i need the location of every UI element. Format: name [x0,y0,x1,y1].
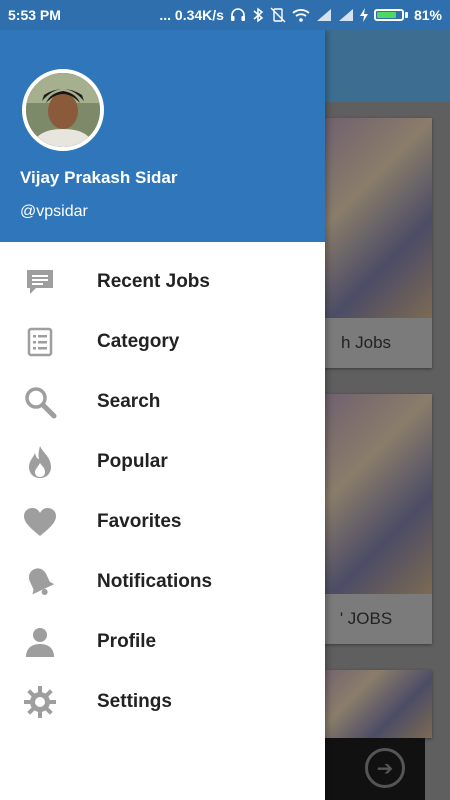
vibrate-off-icon [270,7,286,23]
navigation-drawer: Vijay Prakash Sidar @vpsidar Recent Jobs… [0,30,325,800]
menu-item-favorites[interactable]: Favorites [0,492,325,552]
menu-item-label: Favorites [97,511,182,532]
menu-item-popular[interactable]: Popular [0,432,325,492]
search-icon [20,382,60,422]
menu-item-label: Settings [97,691,172,712]
drawer-header: Vijay Prakash Sidar @vpsidar [0,30,325,242]
chat-icon [20,262,60,302]
user-name: Vijay Prakash Sidar [20,168,178,187]
bell-icon [20,562,60,602]
list-icon [20,322,60,362]
flame-icon [20,442,60,482]
status-bar: 5:53 PM ... 0.34K/s 81% [0,0,450,30]
menu-item-label: Category [97,331,180,352]
battery-icon [373,9,408,21]
status-time: 5:53 PM [8,7,61,23]
person-icon [20,622,60,662]
person-photo [26,73,100,147]
avatar[interactable] [22,69,104,151]
menu-item-label: Popular [97,451,168,472]
bluetooth-icon [253,7,264,23]
next-arrow-icon[interactable]: ➔ [365,748,405,788]
menu-item-label: Recent Jobs [97,271,210,292]
headphones-icon [230,8,245,21]
menu-item-recent-jobs[interactable]: Recent Jobs [0,252,325,312]
menu-item-notifications[interactable]: Notifications [0,552,325,612]
user-handle: @vpsidar [20,203,88,220]
menu-item-search[interactable]: Search [0,372,325,432]
status-icons: ... 0.34K/s 81% [159,7,442,23]
charging-icon [359,8,368,22]
menu-item-settings[interactable]: Settings [0,672,325,732]
menu-item-label: Notifications [97,571,213,592]
network-speed: ... 0.34K/s [159,7,224,23]
signal-icon-2 [338,9,353,21]
battery-percent: 81% [413,7,442,23]
menu-item-category[interactable]: Category [0,312,325,372]
wifi-icon [292,9,310,22]
menu-item-label: Profile [97,631,157,652]
heart-icon [20,502,60,542]
signal-icon [316,9,331,21]
drawer-menu: Recent Jobs Category Search Popular Favo… [0,252,325,732]
menu-item-label: Search [97,391,161,412]
menu-item-profile[interactable]: Profile [0,612,325,672]
gear-icon [20,682,60,722]
